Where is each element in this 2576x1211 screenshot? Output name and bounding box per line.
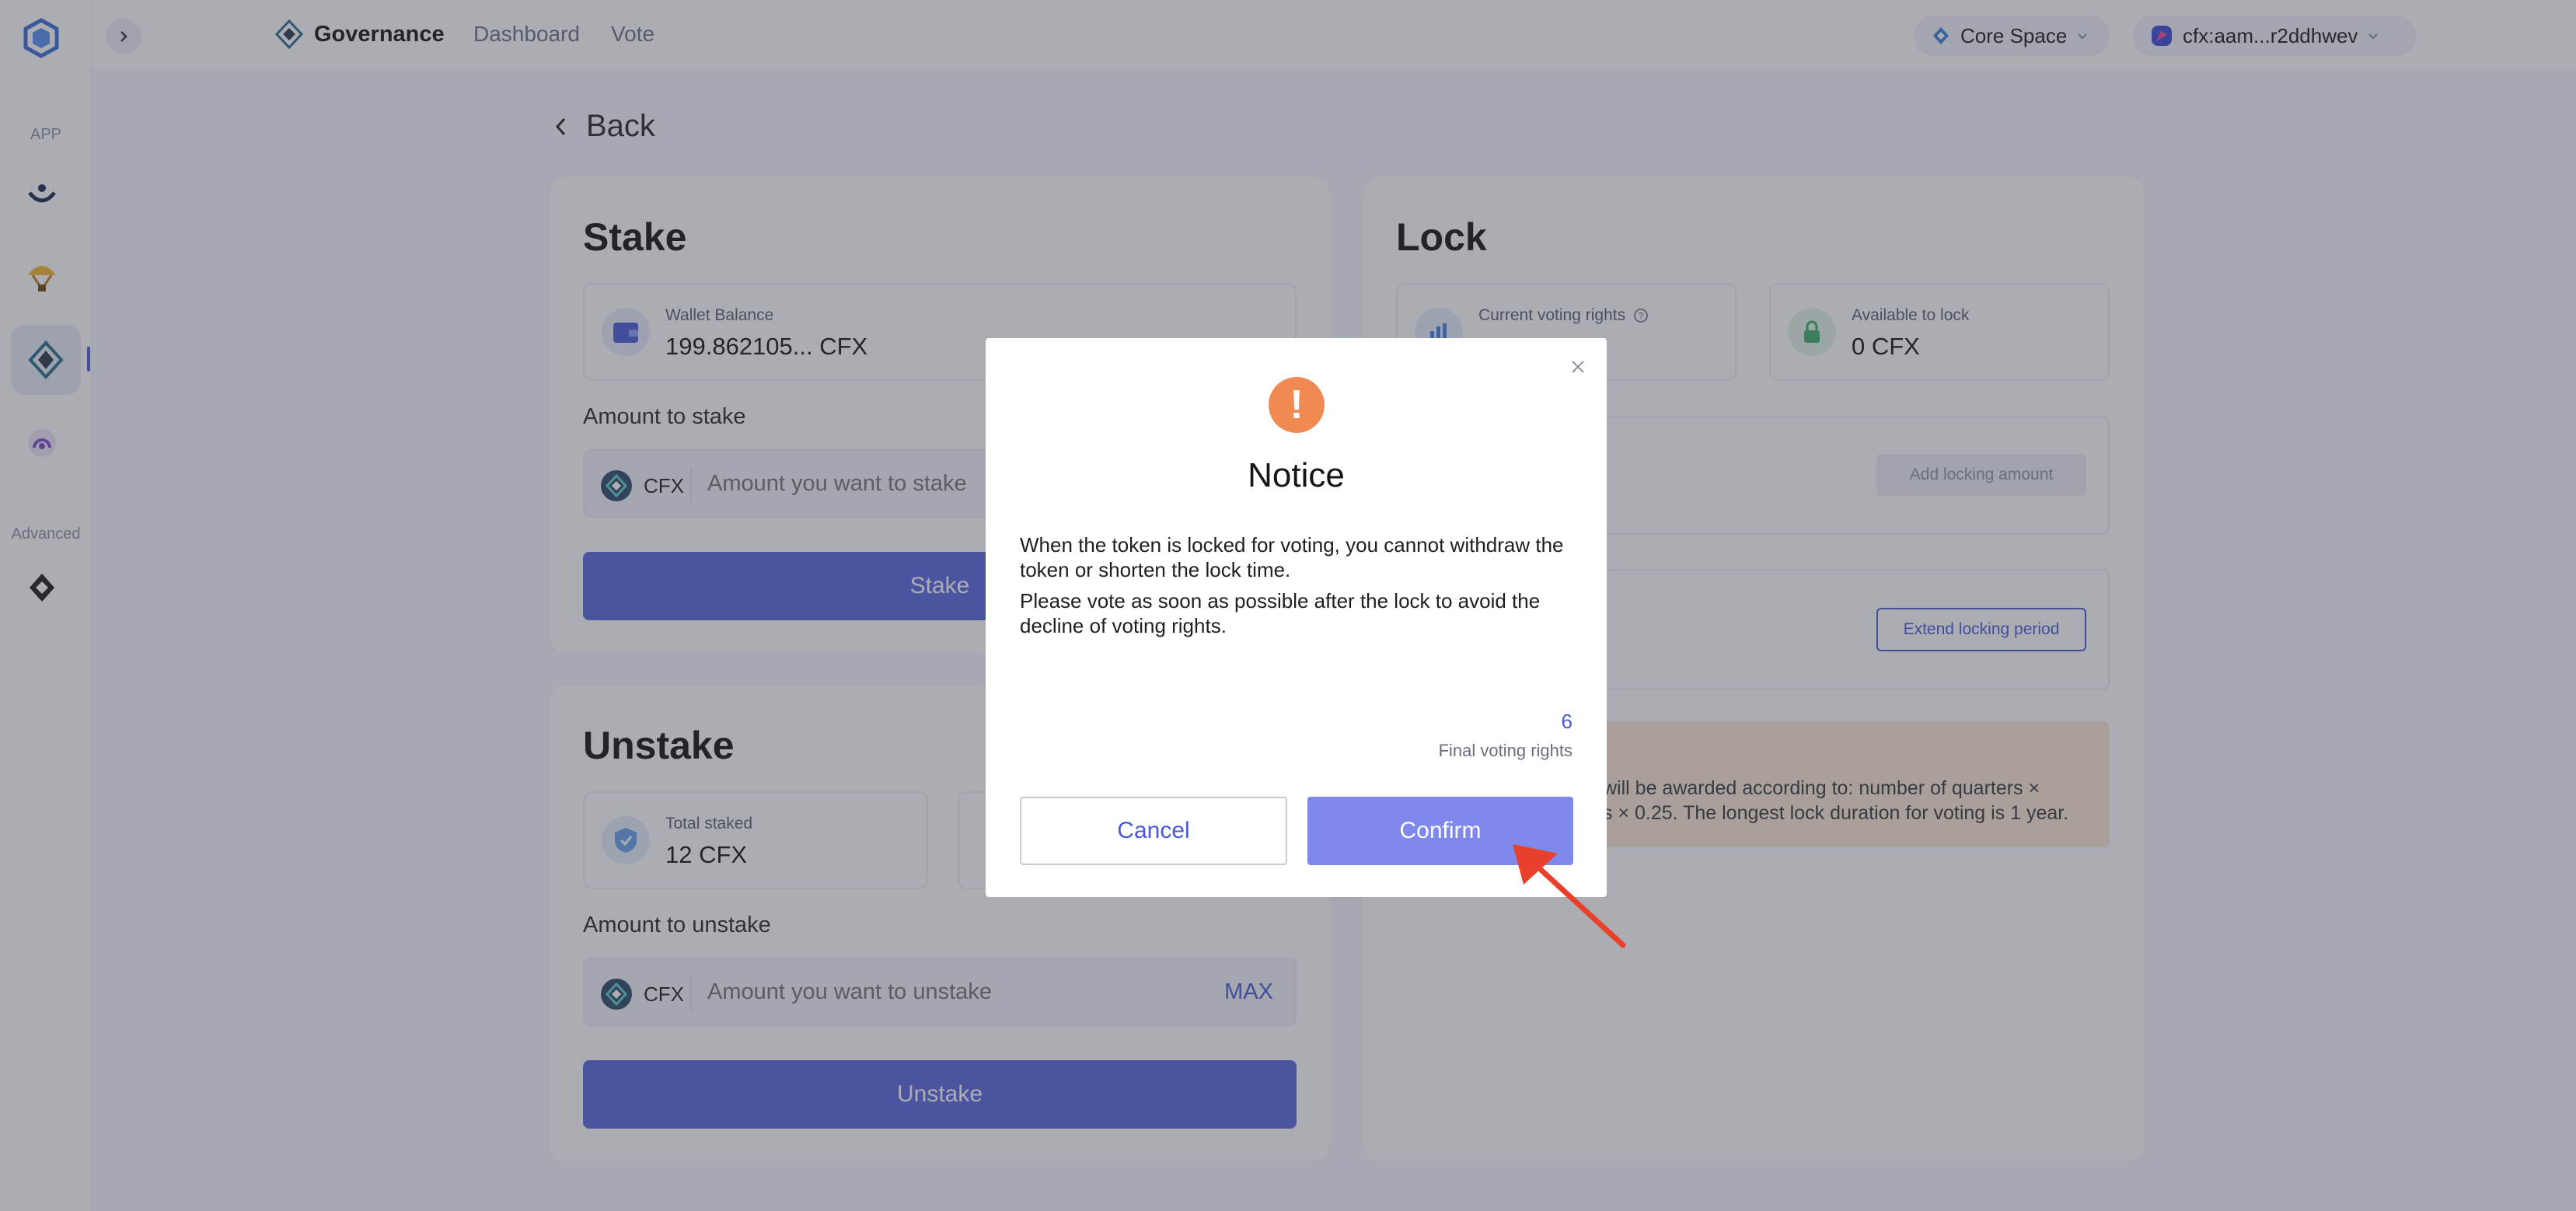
close-button[interactable] bbox=[1566, 355, 1590, 379]
close-icon bbox=[1572, 361, 1584, 373]
modal-paragraph-1: When the token is locked for voting, you… bbox=[1020, 533, 1564, 581]
modal-title: Notice bbox=[1248, 456, 1345, 494]
cancel-button[interactable]: Cancel bbox=[1020, 797, 1287, 865]
notice-modal: ! Notice When the token is locked for vo… bbox=[986, 338, 1607, 897]
warning-icon: ! bbox=[1269, 377, 1325, 433]
annotation-arrow-icon bbox=[1513, 844, 1626, 948]
final-voting-rights-label: Final voting rights bbox=[1438, 741, 1572, 760]
final-voting-rights-value: 6 bbox=[1561, 710, 1572, 733]
modal-paragraph-2: Please vote as soon as possible after th… bbox=[1020, 589, 1541, 637]
